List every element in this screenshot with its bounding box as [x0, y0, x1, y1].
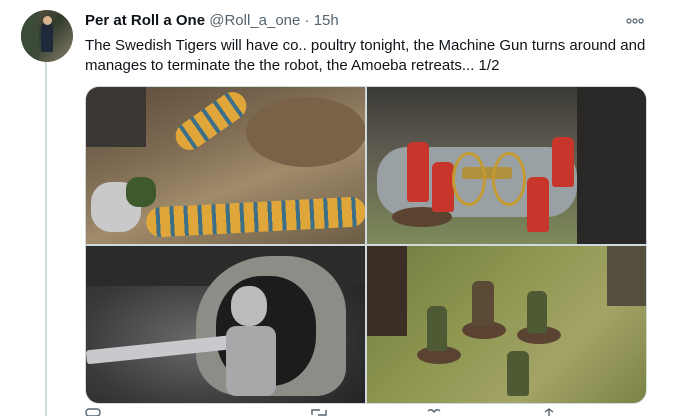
- media-photo-soldiers[interactable]: [367, 246, 646, 403]
- avatar[interactable]: [21, 10, 73, 62]
- retweet-icon[interactable]: [310, 408, 328, 416]
- wooden-structure: [367, 246, 407, 336]
- green-figure: [126, 177, 156, 207]
- red-soldier: [407, 142, 429, 202]
- rock-corner: [607, 246, 646, 306]
- avatar-background: [21, 10, 39, 62]
- red-soldier: [552, 137, 574, 187]
- ruin-wall: [86, 87, 146, 147]
- terrain-base: [246, 97, 365, 167]
- building-wall: [577, 87, 646, 244]
- avatar-figure-body: [41, 22, 53, 52]
- more-horizontal-icon-svg: [626, 18, 644, 24]
- green-soldier: [427, 306, 447, 351]
- tweet-text: The Swedish Tigers will have co.. poultr…: [85, 37, 646, 74]
- media-photo-robot[interactable]: [86, 246, 365, 403]
- more-horizontal-icon[interactable]: [623, 12, 647, 26]
- share-icon[interactable]: [540, 408, 558, 416]
- media-photo-artillery[interactable]: [367, 87, 646, 244]
- author-name[interactable]: Per at Roll a One: [85, 12, 205, 29]
- retweet-icon-svg: [311, 409, 327, 416]
- red-soldier: [432, 162, 454, 212]
- green-soldier: [507, 351, 529, 396]
- timestamp[interactable]: 15h: [314, 12, 339, 29]
- share-icon-svg: [544, 408, 554, 416]
- gun-wheel: [452, 152, 486, 206]
- robot-head: [231, 286, 267, 326]
- reply-icon-svg: [85, 408, 101, 416]
- green-soldier: [472, 281, 494, 326]
- separator-dot: ·: [304, 12, 310, 29]
- like-icon[interactable]: [425, 408, 443, 416]
- media-grid[interactable]: [85, 86, 647, 404]
- media-photo-tiger[interactable]: [86, 87, 365, 244]
- tiger-body: [170, 87, 252, 156]
- gun-wheel: [492, 152, 526, 206]
- thread-line: [45, 62, 47, 416]
- tweet[interactable]: Per at Roll a One @Roll_a_one · 15h The …: [0, 0, 674, 416]
- robot-body: [226, 326, 276, 396]
- tiger-tail: [145, 196, 365, 238]
- tweet-header: Per at Roll a One @Roll_a_one · 15h: [85, 11, 339, 31]
- author-handle[interactable]: @Roll_a_one: [209, 12, 300, 29]
- action-bar: [85, 408, 645, 416]
- red-soldier: [527, 177, 549, 232]
- reply-icon[interactable]: [85, 408, 103, 416]
- like-icon-svg: [427, 409, 441, 414]
- avatar-figure-head: [43, 16, 52, 25]
- green-soldier: [527, 291, 547, 333]
